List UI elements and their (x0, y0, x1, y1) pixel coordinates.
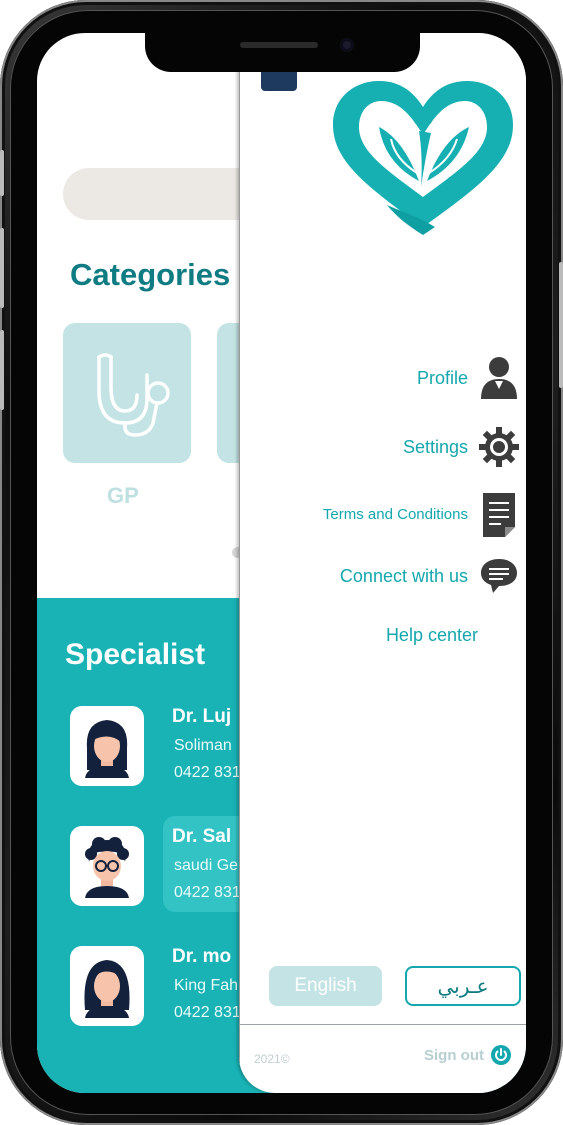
screen: Categories GP Specialist Dr. Luj Soliman… (37, 33, 526, 1093)
specialist-title: Specialist (65, 638, 206, 671)
english-language-button[interactable]: English (269, 966, 382, 1006)
menu-item-help-center[interactable]: Help center (386, 610, 478, 660)
doctor-phone: 0422 831 (174, 1004, 241, 1021)
menu-item-settings[interactable]: Settings (403, 422, 526, 472)
sign-out-button[interactable]: Sign out (424, 1044, 512, 1066)
doctor-avatar (70, 826, 144, 906)
notch (145, 30, 420, 72)
category-card-gp[interactable] (63, 323, 191, 463)
doctor-name: Dr. mo (172, 946, 232, 967)
menu-item-profile[interactable]: Profile (417, 353, 526, 403)
menu-item-label: Settings (402, 436, 468, 457)
power-button (559, 262, 563, 388)
doctor-hospital: Soliman (174, 737, 232, 754)
sign-out-label: Sign out (424, 1046, 484, 1064)
doctor-hospital: King Fah (174, 977, 239, 994)
chat-bubble-icon (476, 553, 522, 599)
doctor-name: Dr. Sal (172, 826, 232, 847)
speaker (240, 42, 318, 48)
drawer-edge (239, 63, 240, 1063)
menu-item-label: Help center (385, 624, 478, 645)
volume-button (0, 228, 4, 308)
power-icon (491, 1045, 511, 1065)
doctor-man-glasses-avatar (85, 837, 129, 898)
category-label-gp: GP (107, 483, 139, 508)
heart-leaf-logo (333, 81, 513, 235)
front-camera (340, 38, 354, 52)
side-drawer: Profile Settings Terms and Conditions Co… (239, 33, 526, 1093)
categories-title: Categories (70, 257, 231, 292)
document-icon (476, 491, 522, 537)
phone-frame: Categories GP Specialist Dr. Luj Soliman… (0, 0, 563, 1125)
menu-item-label: Profile (416, 367, 468, 388)
drawer-divider (239, 1024, 526, 1025)
doctor-phone: 0422 831 (174, 884, 241, 901)
volume-button (0, 150, 4, 196)
user-icon (476, 355, 522, 401)
arabic-language-button[interactable]: عـربي (405, 966, 521, 1006)
menu-item-label: Terms and Conditions (322, 505, 468, 523)
copyright-year: 2021© (254, 1052, 290, 1066)
doctor-woman-long-hair-avatar (84, 960, 130, 1018)
doctor-hospital: saudi Ge (174, 857, 239, 874)
doctor-name: Dr. Luj (172, 706, 232, 727)
doctor-phone: 0422 831 (174, 764, 241, 781)
gear-icon (476, 424, 522, 470)
menu-item-label: Connect with us (339, 565, 468, 586)
stethoscope-icon (97, 353, 170, 437)
doctor-woman-short-hair-avatar (85, 720, 129, 778)
menu-item-connect[interactable]: Connect with us (340, 551, 526, 601)
doctor-avatar (70, 946, 144, 1026)
doctor-avatar (70, 706, 144, 786)
menu-item-terms[interactable]: Terms and Conditions (323, 489, 526, 539)
volume-button (0, 330, 4, 410)
